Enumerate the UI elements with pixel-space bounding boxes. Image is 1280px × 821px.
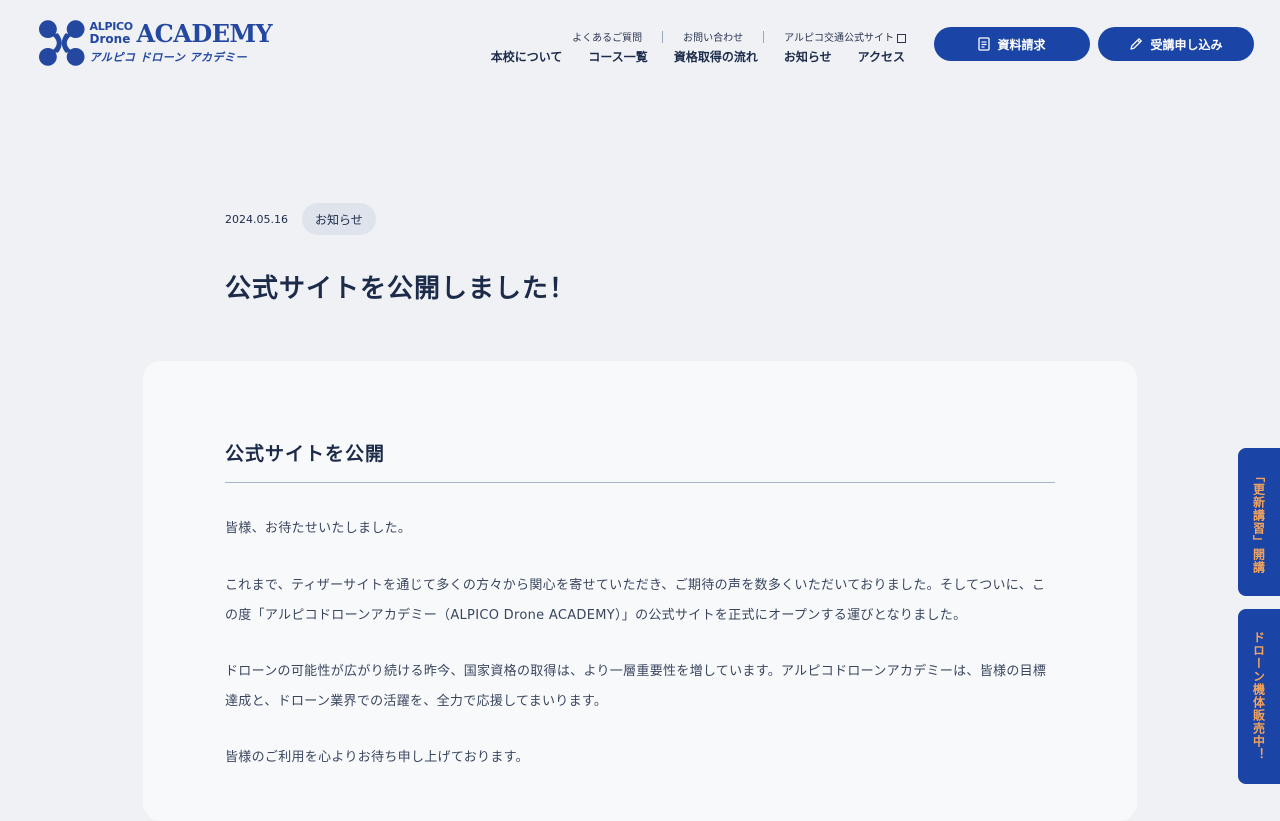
- nav-courses[interactable]: コース一覧: [588, 48, 647, 65]
- document-request-label: 資料請求: [997, 37, 1046, 52]
- nav-flow[interactable]: 資格取得の流れ: [674, 48, 758, 65]
- nav-about[interactable]: 本校について: [491, 48, 563, 65]
- article-date: 2024.05.16: [225, 212, 288, 226]
- logo-academy: ACADEMY: [136, 19, 273, 48]
- category-badge[interactable]: お知らせ: [301, 203, 376, 235]
- renewal-course-label: 「更新講習」開講: [1251, 470, 1266, 574]
- article-meta: 2024.05.16 お知らせ: [225, 203, 376, 235]
- article-title: 公式サイトを公開しました！: [225, 274, 577, 304]
- subnav-official-site-label: アルピコ交通公式サイト: [784, 33, 894, 44]
- logo-drone: Drone: [89, 32, 131, 46]
- site-logo[interactable]: ALPICO Drone ACADEMY アルピコ ドローン アカデミー: [38, 18, 273, 68]
- section-heading: 公式サイトを公開: [225, 443, 386, 465]
- subnav-official-site[interactable]: アルピコ交通公式サイト: [764, 29, 906, 44]
- paragraph: これまで、ティザーサイトを通じて多くの方々から関心を寄せていただき、ご期待の声を…: [225, 578, 1046, 623]
- site-header: ALPICO Drone ACADEMY アルピコ ドローン アカデミー よくあ…: [0, 0, 1280, 90]
- nav-access[interactable]: アクセス: [858, 48, 905, 65]
- external-link-icon: [897, 33, 906, 43]
- heading-divider: [225, 482, 1055, 483]
- article-body-card: 公式サイトを公開 皆様、お待たせいたしました。 これまで、ティザーサイトを通じて…: [143, 361, 1137, 821]
- drone-sales-tab[interactable]: ドローン機体販売中！: [1238, 609, 1280, 784]
- document-icon: [978, 37, 991, 51]
- renewal-course-tab[interactable]: 「更新講習」開講: [1238, 448, 1280, 596]
- paragraph: ドローンの可能性が広がり続ける昨今、国家資格の取得は、より一層重要性を増していま…: [225, 664, 1047, 709]
- pencil-icon: [1130, 38, 1143, 50]
- document-request-button[interactable]: 資料請求: [934, 27, 1090, 61]
- apply-label: 受講申し込み: [1150, 37, 1223, 52]
- paragraph: 皆様、お待たせいたしました。: [225, 521, 412, 536]
- subnav-faq[interactable]: よくあるご質問: [552, 29, 662, 44]
- drone-sales-label: ドローン機体販売中！: [1251, 631, 1266, 761]
- logo-kana: アルピコ ドローン アカデミー: [89, 51, 248, 64]
- main-navigation: 本校について コース一覧 資格取得の流れ お知らせ アクセス: [465, 48, 905, 65]
- subnav-contact[interactable]: お問い合わせ: [663, 29, 763, 44]
- paragraph: 皆様のご利用を心よりお待ち申し上げております。: [225, 750, 529, 765]
- apply-button[interactable]: 受講申し込み: [1098, 27, 1254, 61]
- drone-logo-icon: [38, 20, 85, 66]
- sub-navigation: よくあるご質問 お問い合わせ アルピコ交通公式サイト: [552, 29, 906, 44]
- nav-news[interactable]: お知らせ: [784, 48, 832, 65]
- logo-text: ALPICO Drone ACADEMY アルピコ ドローン アカデミー: [89, 19, 273, 67]
